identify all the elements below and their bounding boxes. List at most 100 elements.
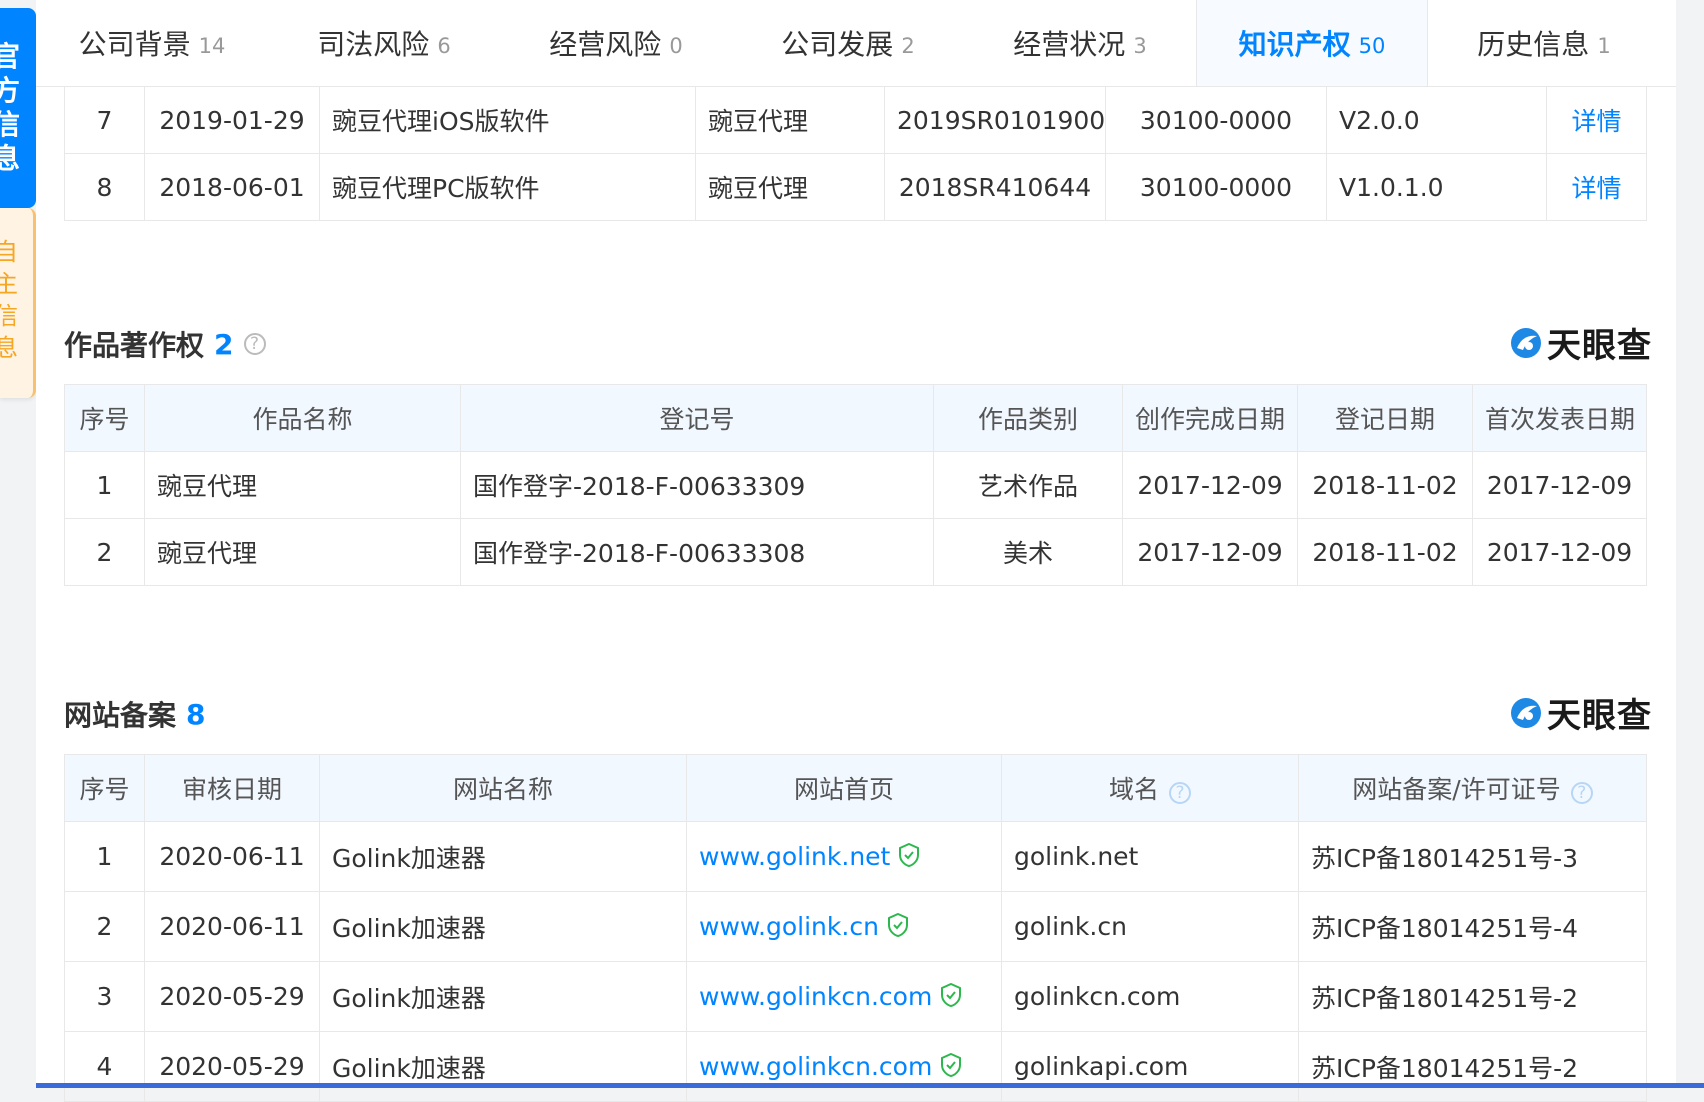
- verified-shield-icon: [899, 843, 920, 867]
- section-count: 2: [214, 327, 234, 361]
- column-header: 作品类别: [933, 384, 1123, 452]
- table-row: 4 2020-05-29 Golink加速器 www.golinkcn.com …: [64, 1031, 1647, 1102]
- column-header-icp: 网站备案/许可证号?: [1298, 754, 1647, 822]
- registration-date: 2018-11-02: [1297, 451, 1473, 519]
- row-number: 4: [64, 1031, 145, 1102]
- section-title-text: 网站备案: [64, 699, 177, 732]
- tab-company-development[interactable]: 公司发展 2: [732, 0, 964, 86]
- table-header-row: 序号 审核日期 网站名称 网站首页 域名? 网站备案/许可证号?: [64, 754, 1647, 822]
- tab-label: 历史信息: [1477, 28, 1590, 61]
- tab-business-risk[interactable]: 经营风险 0: [500, 0, 732, 86]
- version: V1.0.1.0: [1326, 153, 1547, 221]
- homepage-link[interactable]: www.golink.net: [699, 842, 890, 871]
- tab-count: 50: [1358, 34, 1386, 58]
- tab-count: 3: [1133, 34, 1147, 58]
- work-name: 豌豆代理: [144, 518, 461, 586]
- domain: golinkcn.com: [1001, 961, 1299, 1032]
- column-header: 登记日期: [1297, 384, 1473, 452]
- completion-date: 2017-12-09: [1122, 518, 1298, 586]
- section-title-text: 作品著作权: [64, 329, 205, 362]
- tab-judicial-risk[interactable]: 司法风险 6: [268, 0, 500, 86]
- category-number: 30100-0000: [1105, 153, 1327, 221]
- row-number: 2: [64, 518, 145, 586]
- website-filing-table: 序号 审核日期 网站名称 网站首页 域名? 网站备案/许可证号? 1 2020-…: [64, 754, 1647, 1102]
- table-row: 7 2019-01-29 豌豆代理iOS版软件 豌豆代理 2019SR01019…: [64, 86, 1647, 154]
- table-row: 3 2020-05-29 Golink加速器 www.golinkcn.com …: [64, 961, 1647, 1032]
- brand-text: 天眼查: [1547, 696, 1652, 736]
- work-category: 美术: [933, 518, 1123, 586]
- column-header-text: 域名: [1108, 775, 1159, 804]
- brand-text: 天眼查: [1547, 326, 1652, 366]
- page-gutter: [1676, 0, 1704, 1088]
- icp-license: 苏ICP备18014251号-2: [1298, 1031, 1647, 1102]
- column-header: 登记号: [460, 384, 934, 452]
- software-short-name: 豌豆代理: [695, 86, 885, 154]
- tab-count: 2: [901, 34, 915, 58]
- tab-history-info[interactable]: 历史信息 1: [1428, 0, 1660, 86]
- tab-count: 14: [198, 34, 226, 58]
- row-number: 7: [64, 86, 145, 154]
- tab-business-status[interactable]: 经营状况 3: [964, 0, 1196, 86]
- tab-label: 经营状况: [1013, 28, 1126, 61]
- detail-link[interactable]: 详情: [1571, 107, 1621, 136]
- detail-link[interactable]: 详情: [1571, 174, 1621, 203]
- help-icon[interactable]: ?: [243, 333, 266, 355]
- table-header-row: 序号 作品名称 登记号 作品类别 创作完成日期 登记日期 首次发表日期: [64, 384, 1647, 452]
- tab-label: 公司背景: [78, 28, 191, 61]
- tab-label: 知识产权: [1238, 28, 1351, 61]
- software-name: 豌豆代理iOS版软件: [319, 86, 696, 154]
- tianyancha-logo-icon: [1511, 327, 1541, 358]
- registration-number: 2019SR0101900: [884, 86, 1106, 154]
- software-name: 豌豆代理PC版软件: [319, 153, 696, 221]
- column-header: 首次发表日期: [1472, 384, 1647, 452]
- row-number: 3: [64, 961, 145, 1032]
- review-date: 2020-06-11: [144, 821, 320, 892]
- side-tab-self-label: 自主信息: [0, 238, 18, 362]
- tab-label: 公司发展: [781, 28, 894, 61]
- version: V2.0.0: [1326, 86, 1547, 154]
- registration-number: 2018SR410644: [884, 153, 1106, 221]
- software-copyright-table: 7 2019-01-29 豌豆代理iOS版软件 豌豆代理 2019SR01019…: [64, 86, 1647, 221]
- table-row: 2 2020-06-11 Golink加速器 www.golink.cn gol…: [64, 891, 1647, 962]
- approval-date: 2018-06-01: [144, 153, 320, 221]
- website-name: Golink加速器: [319, 891, 687, 962]
- approval-date: 2019-01-29: [144, 86, 320, 154]
- column-header: 网站名称: [319, 754, 687, 822]
- completion-date: 2017-12-09: [1122, 451, 1298, 519]
- side-tab-self-info[interactable]: 自主信息: [0, 208, 36, 398]
- review-date: 2020-05-29: [144, 1031, 320, 1102]
- tab-intellectual-property[interactable]: 知识产权 50: [1196, 0, 1428, 86]
- tab-company-background[interactable]: 公司背景 14: [36, 0, 268, 86]
- main-content: 公司背景 14 司法风险 6 经营风险 0 公司发展 2 经营状况 3 知识产权 50 历史…: [36, 0, 1676, 1102]
- tab-label: 司法风险: [317, 28, 430, 61]
- row-number: 2: [64, 891, 145, 962]
- software-short-name: 豌豆代理: [695, 153, 885, 221]
- homepage-cell: www.golinkcn.com: [686, 1031, 1002, 1102]
- help-icon[interactable]: ?: [1570, 782, 1593, 804]
- tab-label: 经营风险: [549, 28, 662, 61]
- side-tab-official-info[interactable]: 官方信息: [0, 8, 36, 208]
- review-date: 2020-06-11: [144, 891, 320, 962]
- homepage-link[interactable]: www.golinkcn.com: [699, 982, 932, 1011]
- works-copyright-table: 序号 作品名称 登记号 作品类别 创作完成日期 登记日期 首次发表日期 1 豌豆…: [64, 384, 1647, 586]
- tab-count: 0: [669, 34, 683, 58]
- review-date: 2020-05-29: [144, 961, 320, 1032]
- column-header: 审核日期: [144, 754, 320, 822]
- icp-license: 苏ICP备18014251号-2: [1298, 961, 1647, 1032]
- side-tab-official-label: 官方信息: [0, 40, 21, 175]
- table-row: 1 豌豆代理 国作登字-2018-F-00633309 艺术作品 2017-12…: [64, 451, 1647, 519]
- domain: golink.cn: [1001, 891, 1299, 962]
- column-header-text: 网站备案/许可证号: [1352, 775, 1561, 804]
- detail-link-cell: 详情: [1546, 153, 1647, 221]
- detail-link-cell: 详情: [1546, 86, 1647, 154]
- verified-shield-icon: [887, 913, 908, 937]
- homepage-link[interactable]: www.golink.cn: [699, 912, 879, 941]
- help-icon[interactable]: ?: [1169, 782, 1191, 804]
- homepage-link[interactable]: www.golinkcn.com: [699, 1052, 932, 1081]
- column-header: 序号: [64, 754, 145, 822]
- table-row: 1 2020-06-11 Golink加速器 www.golink.net go…: [64, 821, 1647, 892]
- section-count: 8: [186, 697, 206, 731]
- work-name: 豌豆代理: [144, 451, 461, 519]
- tianyancha-brand: 天眼查: [1509, 688, 1652, 737]
- category-number: 30100-0000: [1105, 86, 1327, 154]
